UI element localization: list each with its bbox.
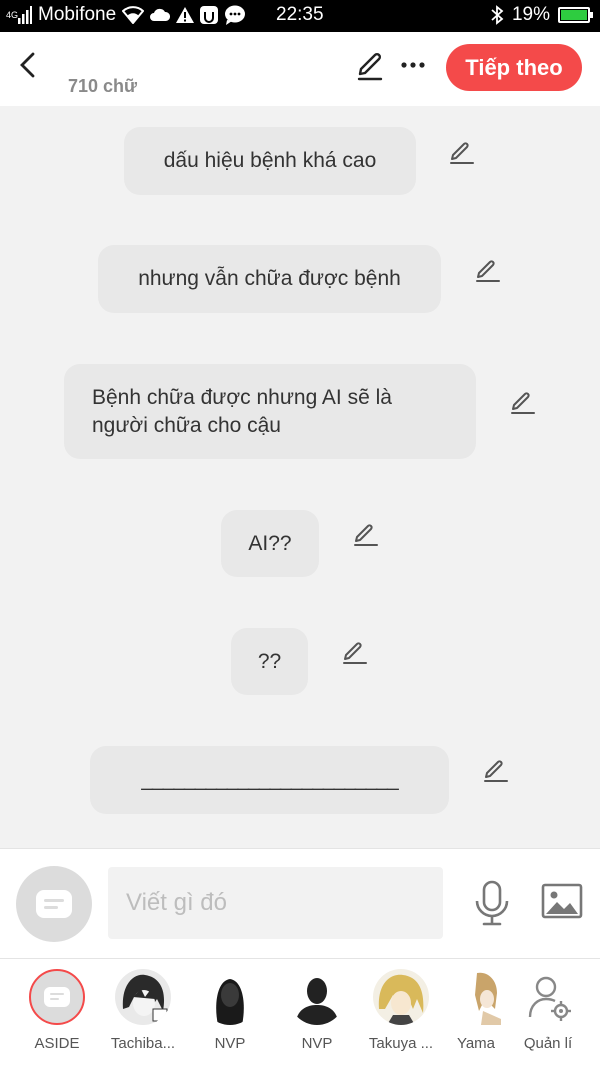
avatar	[457, 969, 501, 1025]
user-settings-icon	[520, 969, 576, 1025]
chat-bubble-icon	[36, 890, 72, 918]
more-dots-icon	[401, 62, 425, 68]
word-count: 710 chữ	[68, 76, 138, 96]
warning-icon	[176, 7, 195, 23]
status-bar: 4G Mobifone 22:35 19%	[0, 0, 600, 32]
character-yama[interactable]: Yama	[436, 969, 516, 1052]
aside-toggle-button[interactable]	[16, 866, 92, 942]
more-options-button[interactable]	[400, 54, 428, 78]
character-aside[interactable]: ASIDE	[17, 969, 97, 1052]
aside-avatar	[29, 969, 85, 1025]
character-bar: ASIDE Tachiba... NVP NVP Takuya ... Yama	[0, 958, 600, 1067]
battery-percent: 19%	[511, 4, 550, 25]
image-icon	[541, 883, 583, 919]
app-notification-icon	[200, 6, 219, 24]
avatar	[373, 969, 429, 1025]
edit-message-icon[interactable]	[351, 522, 379, 550]
chevron-left-icon	[20, 52, 35, 78]
edit-button[interactable]	[352, 50, 386, 84]
character-name: ASIDE	[34, 1035, 80, 1052]
edit-message-icon[interactable]	[481, 758, 509, 786]
network-type: 4G	[6, 9, 19, 20]
message-bubble[interactable]: dấu hiệu bệnh khá cao	[124, 127, 416, 195]
avatar	[289, 969, 345, 1025]
signal-icon: 4G	[6, 6, 33, 24]
next-button[interactable]: Tiếp theo	[446, 44, 582, 91]
message-input[interactable]	[108, 867, 443, 939]
carrier-name: Mobifone	[38, 4, 117, 25]
character-takuya[interactable]: Takuya ...	[361, 969, 441, 1052]
message-bubble[interactable]: ________________________	[90, 746, 449, 814]
avatar	[202, 969, 258, 1025]
image-button[interactable]	[540, 881, 584, 921]
editor-header: 710 chữ Tiếp theo	[0, 32, 600, 106]
back-button[interactable]	[12, 50, 42, 80]
chat-bubble-icon	[44, 987, 70, 1007]
character-name: Tachiba...	[110, 1035, 176, 1052]
character-name: Quản lí	[523, 1035, 573, 1052]
edit-message-icon[interactable]	[508, 390, 536, 418]
bluetooth-icon	[491, 5, 504, 25]
cloud-icon	[150, 8, 171, 21]
manage-button[interactable]: Quản lí	[508, 969, 588, 1052]
character-name: Yama	[456, 1035, 496, 1052]
battery-icon	[558, 7, 593, 23]
message-bubble[interactable]: nhưng vẫn chữa được bệnh	[98, 245, 441, 313]
edit-message-icon[interactable]	[447, 140, 475, 168]
microphone-icon	[475, 880, 509, 926]
message-bubble[interactable]: ??	[231, 628, 308, 695]
character-name: Takuya ...	[368, 1035, 434, 1052]
microphone-button[interactable]	[472, 879, 512, 927]
message-list: dấu hiệu bệnh khá cao nhưng vẫn chữa đượ…	[0, 106, 600, 848]
pencil-icon	[357, 52, 383, 81]
message-bubble[interactable]: AI??	[221, 510, 319, 577]
clock: 22:35	[276, 4, 324, 25]
character-name: NVP	[301, 1035, 333, 1052]
wifi-icon	[122, 6, 145, 24]
message-bubble[interactable]: Bệnh chữa được nhưng AI sẽ là người chữa…	[64, 364, 476, 459]
avatar	[115, 969, 171, 1025]
character-nvp-2[interactable]: NVP	[277, 969, 357, 1052]
character-nvp-1[interactable]: NVP	[190, 969, 270, 1052]
edit-message-icon[interactable]	[340, 640, 368, 668]
message-notification-icon	[225, 5, 246, 25]
composer-bar	[0, 848, 600, 958]
edit-message-icon[interactable]	[473, 258, 501, 286]
character-tachiba[interactable]: Tachiba...	[103, 969, 183, 1052]
character-name: NVP	[214, 1035, 246, 1052]
